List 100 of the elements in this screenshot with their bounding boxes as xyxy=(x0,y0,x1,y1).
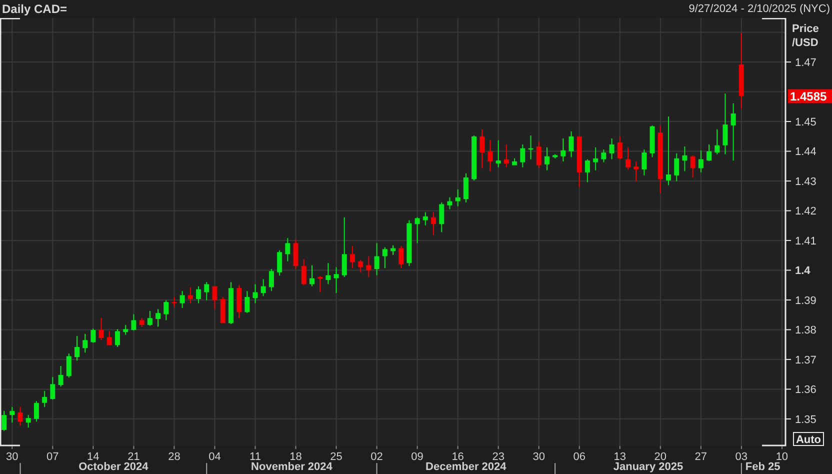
date-tick-label: 30 xyxy=(6,451,18,463)
date-tick-label: 20 xyxy=(654,451,667,463)
date-tick-label: 03 xyxy=(735,451,748,463)
candlestick xyxy=(666,116,672,186)
candlestick xyxy=(625,146,630,170)
date-tick-label: 27 xyxy=(694,451,708,463)
candlestick xyxy=(18,406,23,426)
candlestick xyxy=(366,256,372,278)
price-axis-title: Price /USD xyxy=(792,23,819,49)
price-tick-label: 1.37 xyxy=(795,354,816,366)
candlestick xyxy=(536,140,542,169)
candlestick xyxy=(350,246,355,269)
price-tick-label: 1.39 xyxy=(795,294,816,307)
candlestick xyxy=(34,400,39,422)
date-tick-label: 25 xyxy=(330,451,342,463)
candlestick xyxy=(642,148,647,176)
candlestick xyxy=(318,276,323,293)
candlestick xyxy=(260,278,266,297)
candlestick xyxy=(593,146,598,171)
candlestick xyxy=(114,328,120,348)
candlestick xyxy=(98,317,104,340)
candlestick xyxy=(568,130,574,158)
candlestick xyxy=(504,144,509,168)
candlestick xyxy=(268,268,274,292)
candlestick xyxy=(164,300,169,321)
candlestick xyxy=(326,262,331,285)
date-tick-label: 30 xyxy=(532,451,545,463)
candlestick xyxy=(480,128,485,169)
candlestick xyxy=(293,238,298,270)
price-tick-label: 1.36 xyxy=(795,384,816,396)
price-tick-label: 1.44 xyxy=(795,146,816,158)
candlestick xyxy=(285,238,290,262)
candlestick xyxy=(196,286,202,304)
date-tick-label: 18 xyxy=(290,451,302,463)
date-tick-label: 04 xyxy=(208,451,221,463)
candlestick xyxy=(431,212,436,236)
date-tick-label: 02 xyxy=(370,451,383,463)
candlestick xyxy=(398,246,404,269)
auto-button[interactable]: Auto xyxy=(793,432,824,446)
candlestick xyxy=(212,286,218,310)
candlestick xyxy=(439,202,444,233)
candlestick xyxy=(90,328,96,344)
month-label: October 2024 xyxy=(78,461,148,473)
candlestick xyxy=(706,144,712,162)
candlestick xyxy=(422,212,428,226)
price-tick-label: 1.41 xyxy=(795,235,816,248)
candlestick xyxy=(488,140,493,172)
candlestick xyxy=(390,244,396,256)
candlestick xyxy=(58,365,64,388)
date-range: 9/27/2024 - 2/10/2025 (NYC) xyxy=(688,3,830,15)
date-tick-label: 09 xyxy=(411,451,424,463)
price-tick-label: 1.47 xyxy=(795,57,816,70)
candlestick xyxy=(123,324,128,336)
candlestick xyxy=(204,282,210,301)
candlestick xyxy=(682,146,688,172)
date-tick-label: 13 xyxy=(614,451,626,463)
candlestick xyxy=(690,154,696,178)
candlestick xyxy=(10,406,15,424)
date-tick-label: 10 xyxy=(776,451,788,463)
candlestick xyxy=(584,158,590,183)
candlestick xyxy=(244,290,250,314)
candlestick xyxy=(601,148,606,163)
candlestick xyxy=(382,246,388,269)
candlestick xyxy=(106,330,112,346)
price-tick-label: 1.42 xyxy=(795,206,816,218)
candlestick xyxy=(634,160,639,182)
candlestick xyxy=(544,146,550,171)
date-tick-label: 21 xyxy=(128,451,140,463)
month-label: November 2024 xyxy=(251,461,332,473)
candlestick xyxy=(131,314,136,332)
month-label: Feb 25 xyxy=(745,461,780,473)
chart-title: Daily CAD= xyxy=(2,2,68,16)
candlestick xyxy=(180,290,185,308)
candlestick xyxy=(82,333,88,354)
candlestick xyxy=(156,308,161,328)
candlestick xyxy=(50,376,56,400)
candlestick xyxy=(698,150,704,173)
candlestick xyxy=(66,353,72,378)
candlestick xyxy=(520,144,526,168)
price-tick-label: 1.43 xyxy=(795,176,816,188)
candlestick xyxy=(674,152,680,182)
candlestick xyxy=(730,102,736,161)
price-tick-label: 1.45 xyxy=(795,116,816,128)
candlestick xyxy=(252,284,258,304)
date-tick-label: 28 xyxy=(168,451,180,463)
price-tick-label: 1.4 xyxy=(795,265,810,278)
candlestick xyxy=(74,335,80,362)
date-tick-label: 16 xyxy=(452,451,464,463)
date-tick-label: 23 xyxy=(492,451,504,463)
candlestick xyxy=(374,242,380,276)
candlestick xyxy=(42,390,48,408)
candlestick xyxy=(722,93,728,155)
candlestick xyxy=(358,260,364,273)
month-label: January 2025 xyxy=(613,461,684,473)
candlestick xyxy=(414,216,420,244)
candlestick xyxy=(2,410,7,432)
candlestick xyxy=(496,140,501,168)
date-tick-label: 11 xyxy=(250,451,261,463)
candlestick xyxy=(342,216,347,278)
last-price-label: 1.4585 xyxy=(788,89,832,104)
